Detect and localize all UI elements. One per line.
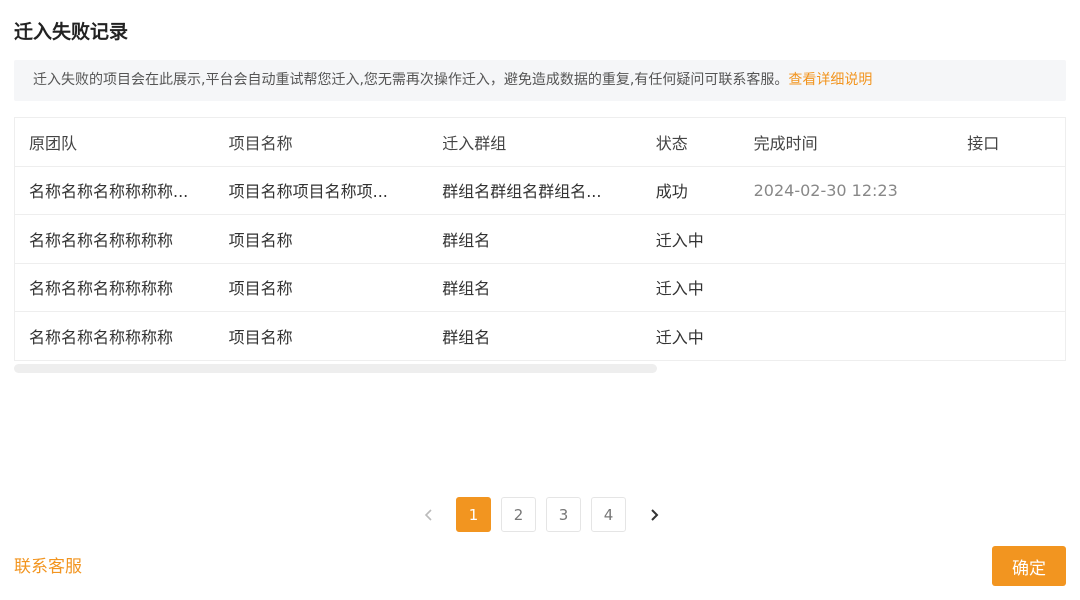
column-header-team: 原团队: [29, 133, 78, 153]
page-button-3[interactable]: 3: [546, 497, 581, 532]
confirm-button[interactable]: 确定: [992, 546, 1066, 586]
contact-support-link[interactable]: 联系客服: [14, 555, 82, 579]
column-header-group: 迁入群组: [442, 133, 507, 153]
dialog-title: 迁入失败记录: [14, 21, 129, 43]
cell-finish-time: 2024-02-30 12:23: [753, 180, 898, 200]
cell-group: 群组名: [442, 279, 491, 299]
chevron-right-icon[interactable]: [636, 497, 671, 532]
notice-detail-link[interactable]: 查看详细说明: [788, 72, 872, 88]
cell-status: 迁入中: [655, 230, 704, 250]
cell-team: 名称名称名称称称称: [29, 327, 174, 347]
page-button-1[interactable]: 1: [456, 497, 491, 532]
cell-project: 项目名称项目名称项...: [228, 182, 388, 202]
cell-project: 项目名称: [228, 230, 293, 250]
page-button-2[interactable]: 2: [501, 497, 536, 532]
notice-text: 迁入失败的项目会在此展示,平台会自动重试帮您迁入,您无需再次操作迁入，避免造成数…: [33, 72, 789, 88]
cell-project: 项目名称: [228, 327, 293, 347]
column-header-finish-time: 完成时间: [753, 133, 818, 153]
table-horizontal-scrollbar[interactable]: [14, 364, 657, 373]
cell-project: 项目名称: [228, 279, 293, 299]
table-row: 名称名称名称称称称 项目名称 群组名 迁入中: [15, 312, 1065, 361]
cell-team: 名称名称名称称称称: [29, 230, 174, 250]
table-row: 名称名称名称称称称 项目名称 群组名 迁入中: [15, 264, 1065, 312]
column-header-project: 项目名称: [228, 133, 293, 153]
column-header-status: 状态: [655, 133, 688, 153]
records-table: 原团队 项目名称 迁入群组 状态 完成时间 接口 名称名称名称称称称... 项目…: [14, 117, 1066, 361]
pagination: 1 2 3 4: [411, 497, 681, 532]
table-row: 名称名称名称称称称... 项目名称项目名称项... 群组名群组名群组名... 成…: [15, 167, 1065, 215]
cell-group: 群组名群组名群组名...: [442, 182, 602, 202]
column-header-interface: 接口: [967, 133, 1000, 153]
table-row: 名称名称名称称称称 项目名称 群组名 迁入中: [15, 215, 1065, 264]
page-button-4[interactable]: 4: [591, 497, 626, 532]
cell-status: 迁入中: [655, 279, 704, 299]
cell-team: 名称名称名称称称称: [29, 279, 174, 299]
cell-group: 群组名: [442, 327, 491, 347]
cell-status: 迁入中: [655, 327, 704, 347]
cell-group: 群组名: [442, 230, 491, 250]
table-header-row: 原团队 项目名称 迁入群组 状态 完成时间 接口: [15, 118, 1065, 167]
notice-banner: 迁入失败的项目会在此展示,平台会自动重试帮您迁入,您无需再次操作迁入，避免造成数…: [14, 60, 1066, 101]
chevron-left-icon[interactable]: [411, 497, 446, 532]
cell-team: 名称名称名称称称称...: [29, 182, 189, 202]
cell-status: 成功: [655, 182, 688, 202]
